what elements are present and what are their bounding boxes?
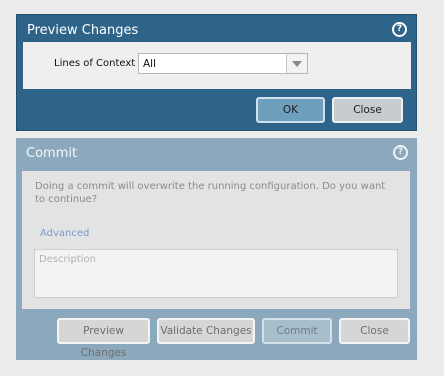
close-button[interactable]: Close — [339, 318, 410, 344]
preview-dialog-title: Preview Changes — [27, 23, 139, 38]
commit-button[interactable]: Commit — [262, 318, 332, 344]
commit-dialog-body: Doing a commit will overwrite the runnin… — [22, 171, 410, 309]
help-icon[interactable]: ? — [392, 22, 407, 37]
description-field[interactable]: Description — [34, 249, 398, 298]
advanced-link[interactable]: Advanced — [40, 228, 89, 239]
help-icon[interactable]: ? — [393, 145, 408, 160]
close-button[interactable]: Close — [332, 97, 403, 123]
preview-changes-dialog: Preview Changes ? Lines of Context All O… — [16, 14, 417, 131]
lines-of-context-value: All — [143, 58, 157, 70]
validate-changes-button[interactable]: Validate Changes — [157, 318, 255, 344]
lines-of-context-select[interactable]: All — [138, 53, 308, 74]
commit-warning-message: Doing a commit will overwrite the runnin… — [35, 181, 386, 205]
ok-button[interactable]: OK — [256, 97, 325, 123]
preview-changes-button[interactable]: Preview Changes — [57, 318, 150, 359]
chevron-down-icon[interactable] — [286, 54, 307, 73]
commit-dialog-title-bar[interactable]: Commit ? — [16, 138, 417, 171]
preview-dialog-body: Lines of Context All — [23, 42, 411, 89]
commit-dialog-title: Commit — [26, 146, 78, 161]
commit-dialog: Commit ? Doing a commit will overwrite t… — [16, 138, 417, 360]
lines-of-context-label: Lines of Context — [54, 58, 136, 69]
description-placeholder: Description — [39, 254, 96, 265]
